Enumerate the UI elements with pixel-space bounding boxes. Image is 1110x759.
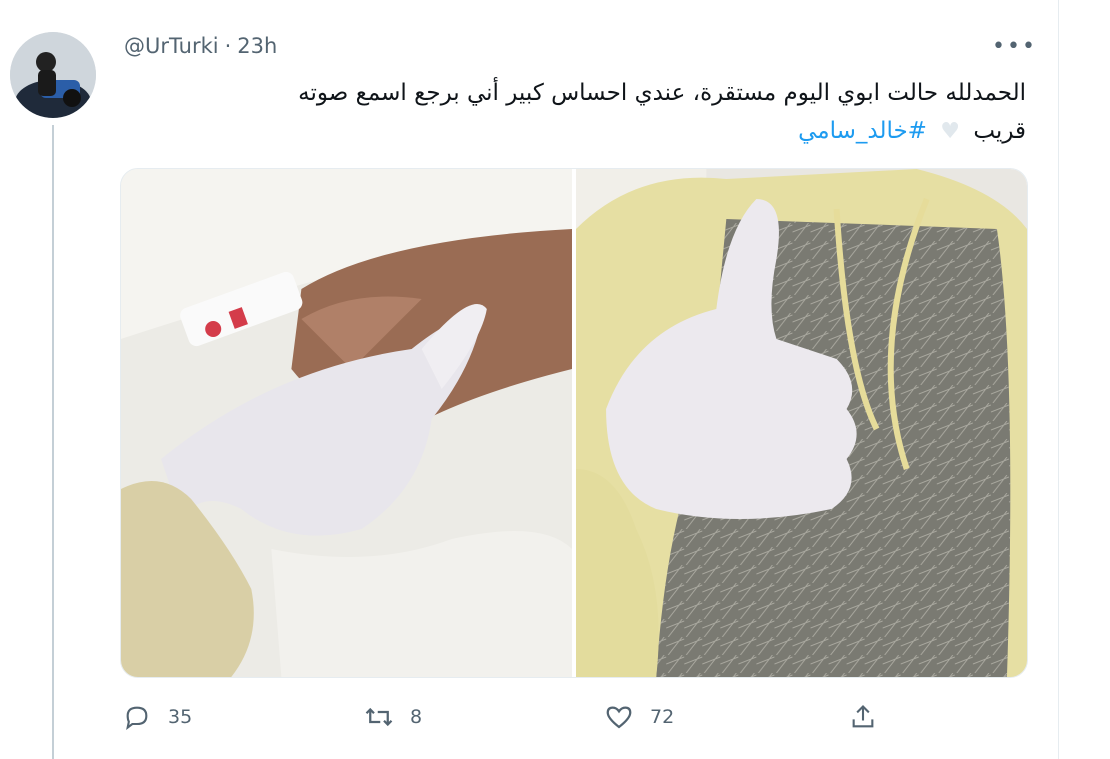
thread-line bbox=[52, 125, 54, 759]
photo-thumbs-up[interactable] bbox=[576, 169, 1027, 677]
tweet-actions: 35 8 72 bbox=[120, 700, 900, 738]
tweet-text-line-2: قريب ♥ #خالد_سامي bbox=[146, 112, 1026, 151]
retweet-icon bbox=[362, 700, 396, 734]
share-button[interactable] bbox=[846, 700, 880, 734]
tweet-header: @UrTurki · 23h bbox=[124, 34, 277, 58]
user-handle[interactable]: @UrTurki bbox=[124, 34, 219, 58]
tweet-text-word: قريب bbox=[973, 118, 1026, 144]
tweet-time[interactable]: 23h bbox=[237, 34, 277, 58]
more-options-button[interactable]: ••• bbox=[992, 34, 1037, 59]
tweet-text: الحمدلله حالت ابوي اليوم مستقرة، عندي اح… bbox=[146, 74, 1026, 151]
like-icon bbox=[602, 700, 636, 734]
white-heart-emoji-icon: ♥ bbox=[940, 119, 961, 144]
hashtag-link[interactable]: #خالد_سامي bbox=[798, 118, 927, 144]
tweet-media[interactable] bbox=[120, 168, 1028, 678]
tweet[interactable]: @UrTurki · 23h ••• الحمدلله حالت ابوي ال… bbox=[0, 0, 1059, 759]
retweet-button[interactable]: 8 bbox=[362, 700, 422, 734]
photo-hand-holding[interactable] bbox=[121, 169, 572, 677]
avatar[interactable] bbox=[10, 32, 96, 118]
reply-button[interactable]: 35 bbox=[120, 700, 192, 734]
retweet-count: 8 bbox=[410, 706, 423, 728]
reply-count: 35 bbox=[168, 706, 193, 728]
more-icon: ••• bbox=[992, 34, 1037, 59]
share-icon bbox=[846, 700, 880, 734]
like-count: 72 bbox=[650, 706, 675, 728]
reply-icon bbox=[120, 700, 154, 734]
tweet-text-line-1: الحمدلله حالت ابوي اليوم مستقرة، عندي اح… bbox=[298, 80, 1026, 106]
header-separator: · bbox=[224, 34, 232, 58]
like-button[interactable]: 72 bbox=[602, 700, 674, 734]
